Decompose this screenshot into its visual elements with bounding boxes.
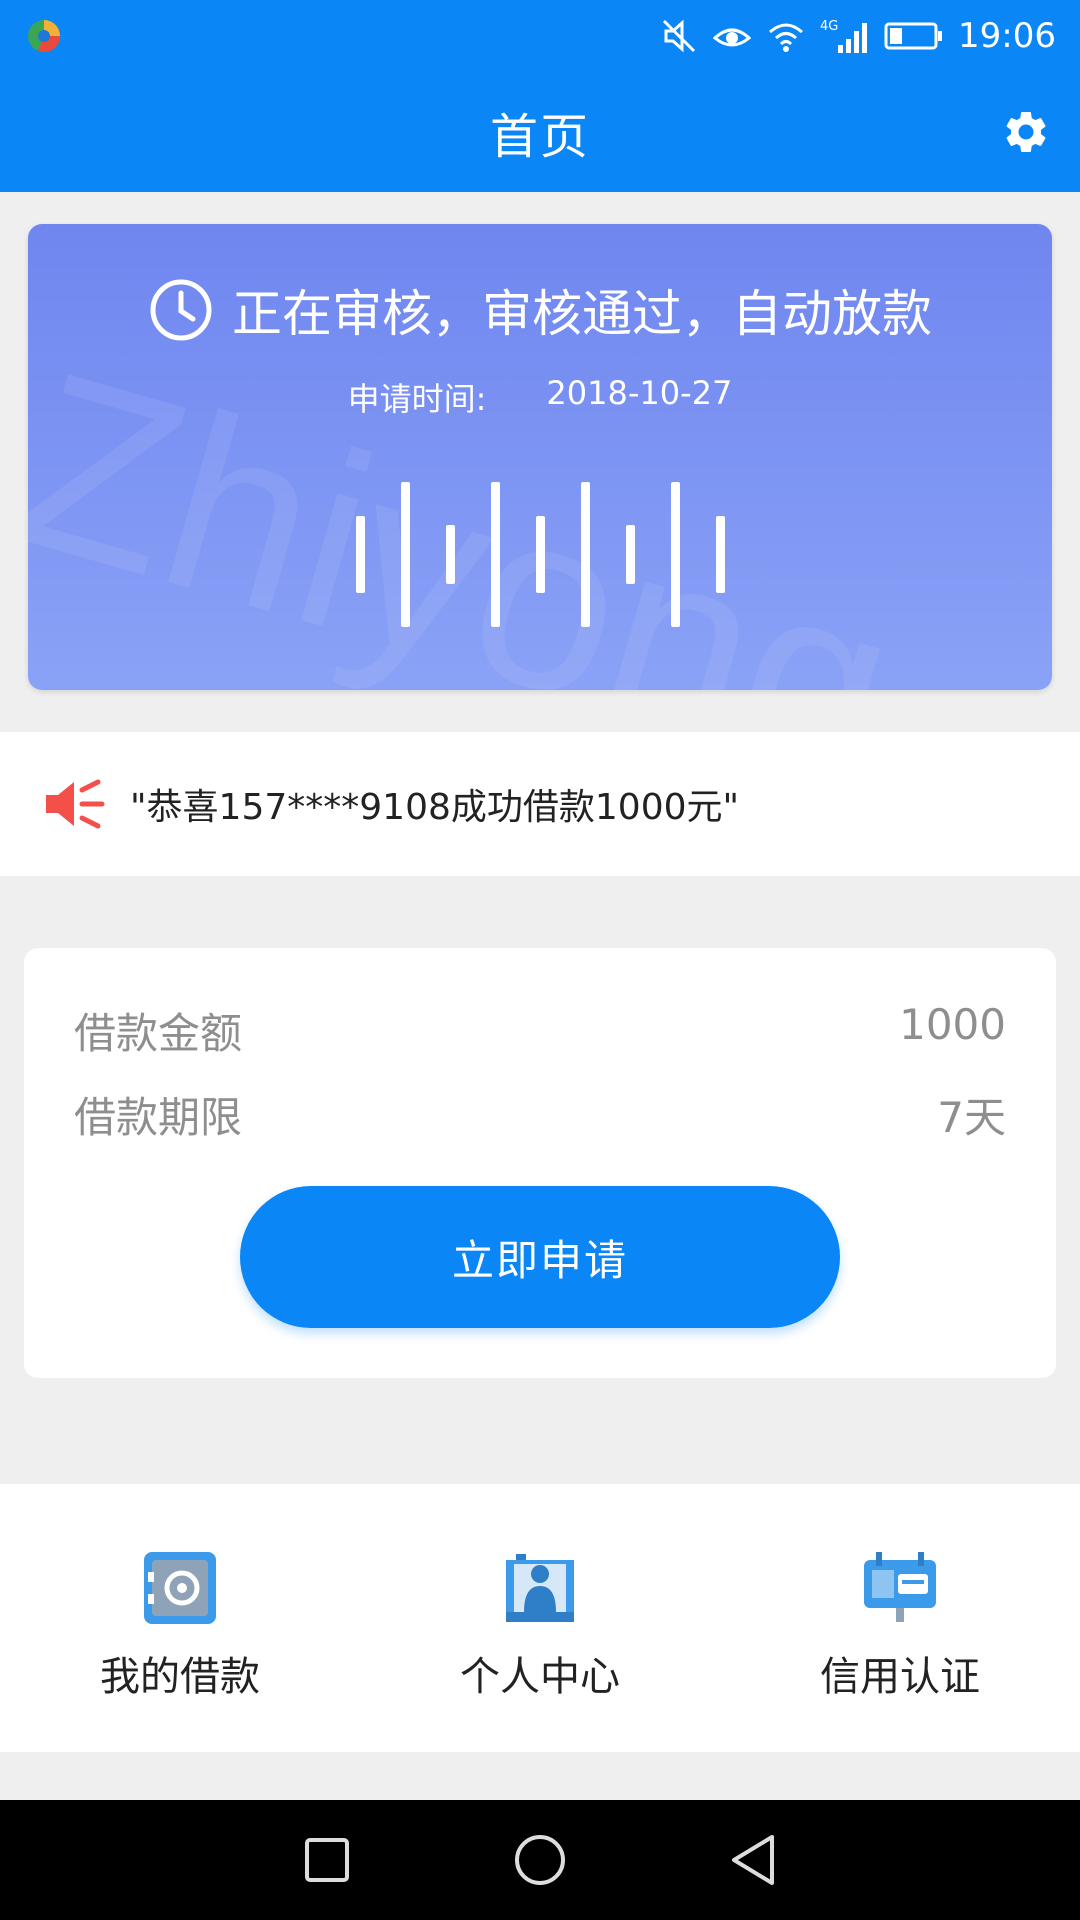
square-icon bbox=[304, 1838, 349, 1882]
shortcut-label-my-loans: 我的借款 bbox=[100, 1654, 260, 1700]
speaker-icon bbox=[46, 779, 105, 829]
review-status: 正在审核，审核通过，自动放款 bbox=[28, 274, 1052, 346]
back-button[interactable] bbox=[723, 1830, 783, 1890]
shortcut-label-personal-center: 个人中心 bbox=[460, 1654, 620, 1700]
svg-text:4G: 4G bbox=[820, 19, 838, 34]
eye-icon bbox=[712, 18, 752, 54]
person-icon bbox=[506, 1554, 574, 1622]
app-notification-icon bbox=[24, 16, 64, 56]
loan-term-row: 借款期限 7天 bbox=[74, 1084, 1006, 1145]
signal-4g-icon: 4G bbox=[820, 17, 870, 55]
apply-now-button[interactable]: 立即申请 bbox=[240, 1186, 840, 1328]
wave-bar bbox=[670, 481, 680, 627]
safe-icon bbox=[144, 1552, 216, 1624]
wave-bar bbox=[355, 515, 365, 593]
apply-time-value: 2018-10-27 bbox=[546, 374, 733, 412]
status-bar: 4G 19:06 bbox=[0, 0, 1080, 72]
battery-icon bbox=[884, 20, 944, 52]
loan-amount-label: 借款金额 bbox=[74, 1009, 243, 1058]
apply-time: 申请时间: 2018-10-27 bbox=[28, 374, 1052, 420]
settings-button[interactable] bbox=[998, 104, 1054, 160]
apply-time-label: 申请时间: bbox=[347, 380, 487, 418]
status-time: 19:06 bbox=[958, 16, 1056, 56]
wave-bar bbox=[490, 481, 500, 627]
gear-icon bbox=[1006, 111, 1046, 152]
page-title: 首页 bbox=[489, 109, 590, 165]
recent-apps-button[interactable] bbox=[297, 1830, 357, 1890]
system-nav-bar bbox=[0, 1800, 1080, 1920]
circle-icon bbox=[514, 1835, 565, 1885]
notice-text: "恭喜157****9108成功借款1000元" bbox=[130, 787, 740, 828]
credit-card-icon bbox=[864, 1552, 936, 1622]
wave-bar bbox=[535, 515, 545, 593]
wave-bar bbox=[715, 515, 725, 593]
shortcut-label-credit-auth: 信用认证 bbox=[820, 1654, 980, 1700]
review-status-banner: Zhiyong 正在审核，审核通过，自动放款 申请时间: 2018-10-27 bbox=[28, 224, 1052, 690]
wave-bar bbox=[625, 524, 635, 584]
triangle-back-icon bbox=[732, 1835, 775, 1885]
shortcut-personal-center[interactable]: 个人中心 bbox=[360, 1484, 720, 1752]
shortcut-bar: 我的借款 个人中心 信用认证 bbox=[0, 1484, 1080, 1752]
app-bar: 首页 bbox=[0, 72, 1080, 192]
loan-amount-row: 借款金额 1000 bbox=[74, 1000, 1006, 1061]
review-status-text: 正在审核，审核通过，自动放款 bbox=[232, 285, 932, 343]
shortcut-my-loans[interactable]: 我的借款 bbox=[0, 1484, 360, 1752]
wave-bar bbox=[445, 524, 455, 584]
wave-bar bbox=[400, 481, 410, 627]
wave-bar bbox=[580, 481, 590, 627]
loan-term-value: 7天 bbox=[937, 1093, 1006, 1142]
loan-notice-bar: "恭喜157****9108成功借款1000元" bbox=[0, 732, 1080, 876]
mute-icon bbox=[660, 17, 698, 55]
clock-icon bbox=[150, 279, 212, 341]
audio-wave bbox=[28, 464, 1052, 644]
shortcut-credit-auth[interactable]: 信用认证 bbox=[720, 1484, 1080, 1752]
home-button[interactable] bbox=[510, 1830, 570, 1890]
loan-card: 借款金额 1000 借款期限 7天 立即申请 bbox=[24, 948, 1056, 1378]
wifi-icon bbox=[766, 18, 806, 54]
loan-term-label: 借款期限 bbox=[74, 1093, 243, 1142]
loan-amount-value: 1000 bbox=[899, 1000, 1006, 1049]
